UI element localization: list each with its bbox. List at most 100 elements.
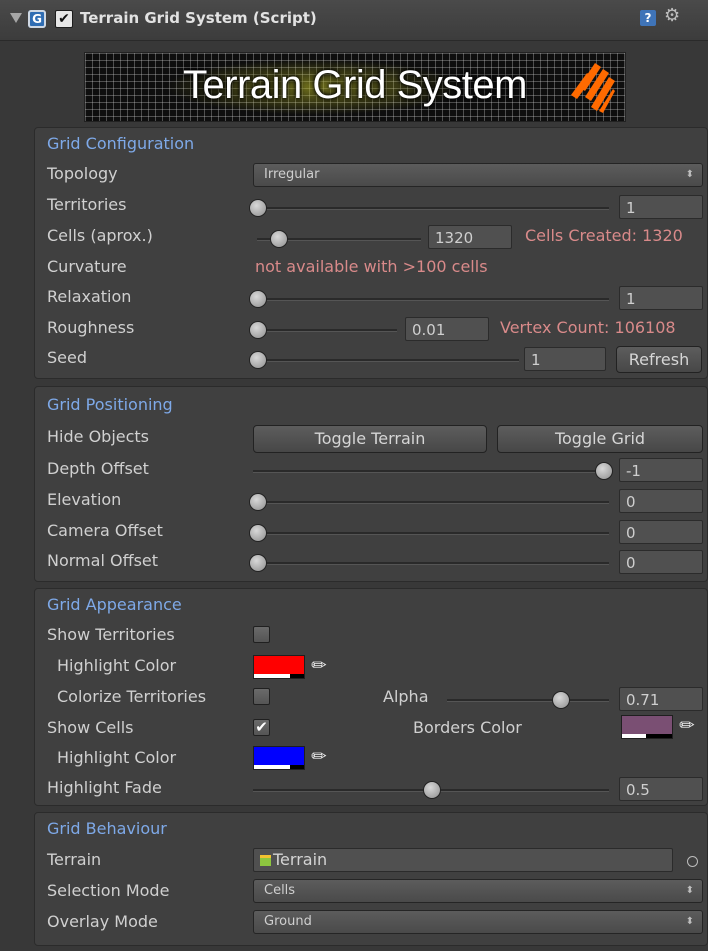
borders-color-swatch[interactable] xyxy=(621,715,673,739)
help-icon[interactable]: ? xyxy=(640,10,656,26)
selection-mode-label: Selection Mode xyxy=(47,881,170,900)
alpha-bar-remainder xyxy=(646,734,672,738)
relaxation-slider-handle[interactable] xyxy=(249,290,267,308)
seed-slider-handle[interactable] xyxy=(249,351,267,369)
roughness-slider-track[interactable] xyxy=(257,329,397,332)
seed-label: Seed xyxy=(47,348,87,367)
toggle-terrain-button[interactable]: Toggle Terrain xyxy=(253,425,487,453)
elevation-input[interactable]: 0 xyxy=(619,489,703,513)
topology-dropdown[interactable]: Irregular ⬍ xyxy=(253,163,703,187)
eyedropper-icon[interactable]: ✎ xyxy=(307,744,333,770)
selection-mode-value: Cells xyxy=(264,883,296,898)
object-picker-icon[interactable] xyxy=(687,856,698,867)
curvature-unavailable-info: not available with >100 cells xyxy=(255,257,488,276)
terrain-object-icon xyxy=(260,855,271,866)
script-icon: G xyxy=(28,10,46,28)
relaxation-label: Relaxation xyxy=(47,287,132,306)
topology-value: Irregular xyxy=(264,167,320,182)
territories-slider-handle[interactable] xyxy=(249,199,267,217)
camera-offset-slider-handle[interactable] xyxy=(249,524,267,542)
grid-configuration-section: Grid Configuration Topology Irregular ⬍ T… xyxy=(34,127,708,379)
cell-highlight-color-label: Highlight Color xyxy=(57,748,177,767)
selection-mode-dropdown[interactable]: Cells ⬍ xyxy=(253,879,703,903)
cells-created-info: Cells Created: 1320 xyxy=(525,226,683,245)
territory-highlight-color-swatch[interactable] xyxy=(253,655,305,679)
normal-offset-label: Normal Offset xyxy=(47,551,159,570)
terrain-label: Terrain xyxy=(47,850,102,869)
show-territories-label: Show Territories xyxy=(47,625,175,644)
component-title: Terrain Grid System (Script) xyxy=(80,9,317,27)
dropdown-arrows-icon: ⬍ xyxy=(685,916,694,927)
section-title: Grid Behaviour xyxy=(47,819,167,838)
gear-icon[interactable]: ⚙ xyxy=(664,5,680,26)
orange-logo-icon xyxy=(571,63,615,113)
cells-input[interactable]: 1320 xyxy=(428,225,512,249)
camera-offset-input[interactable]: 0 xyxy=(619,520,703,544)
borders-color-label: Borders Color xyxy=(413,718,522,737)
roughness-slider-handle[interactable] xyxy=(249,321,267,339)
cells-label: Cells (aprox.) xyxy=(47,226,153,245)
cells-slider-handle[interactable] xyxy=(270,230,288,248)
show-cells-checkbox[interactable]: ✔ xyxy=(253,719,270,736)
section-title: Grid Positioning xyxy=(47,395,173,414)
vertex-count-info: Vertex Count: 106108 xyxy=(500,318,676,337)
show-territories-checkbox[interactable] xyxy=(253,626,270,643)
camera-offset-slider-track[interactable] xyxy=(257,532,609,535)
terrain-object-value: Terrain xyxy=(273,850,328,869)
curvature-label: Curvature xyxy=(47,257,127,276)
colorize-territories-checkbox[interactable] xyxy=(253,688,270,705)
show-cells-label: Show Cells xyxy=(47,718,134,737)
depth-offset-input[interactable]: -1 xyxy=(619,458,703,482)
enable-component-checkbox[interactable]: ✔ xyxy=(55,10,73,28)
alpha-bar xyxy=(622,734,646,738)
colorize-territories-label: Colorize Territories xyxy=(57,687,207,706)
territories-input[interactable]: 1 xyxy=(619,195,703,219)
depth-offset-slider-track[interactable] xyxy=(253,470,605,473)
depth-offset-label: Depth Offset xyxy=(47,459,149,478)
dropdown-arrows-icon: ⬍ xyxy=(685,169,694,180)
highlight-fade-slider-handle[interactable] xyxy=(423,781,441,799)
grid-appearance-section: Grid Appearance Show Territories Highlig… xyxy=(34,588,708,806)
elevation-slider-track[interactable] xyxy=(257,501,609,504)
alpha-input[interactable]: 0.71 xyxy=(619,687,703,711)
depth-offset-slider-handle[interactable] xyxy=(595,462,613,480)
camera-offset-label: Camera Offset xyxy=(47,521,163,540)
territories-slider-track[interactable] xyxy=(257,207,609,210)
highlight-fade-input[interactable]: 0.5 xyxy=(619,777,703,801)
dropdown-arrows-icon: ⬍ xyxy=(685,885,694,896)
relaxation-slider-track[interactable] xyxy=(257,298,609,301)
territories-label: Territories xyxy=(47,195,127,214)
eyedropper-icon[interactable]: ✎ xyxy=(675,713,701,739)
elevation-slider-handle[interactable] xyxy=(249,493,267,511)
alpha-bar-remainder xyxy=(290,765,304,769)
elevation-label: Elevation xyxy=(47,490,122,509)
normal-offset-input[interactable]: 0 xyxy=(619,550,703,574)
toggle-grid-button[interactable]: Toggle Grid xyxy=(497,425,703,453)
cell-highlight-color-swatch[interactable] xyxy=(253,746,305,770)
highlight-fade-label: Highlight Fade xyxy=(47,778,162,797)
eyedropper-icon[interactable]: ✎ xyxy=(307,653,333,679)
banner-image: Terrain Grid System xyxy=(84,52,626,122)
overlay-mode-label: Overlay Mode xyxy=(47,912,158,931)
refresh-button[interactable]: Refresh xyxy=(616,346,702,373)
alpha-label: Alpha xyxy=(383,687,429,706)
roughness-input[interactable]: 0.01 xyxy=(405,317,489,341)
seed-slider-track[interactable] xyxy=(257,359,519,362)
normal-offset-slider-track[interactable] xyxy=(257,562,609,565)
topology-label: Topology xyxy=(47,164,118,183)
terrain-object-field[interactable]: Terrain xyxy=(253,848,673,872)
normal-offset-slider-handle[interactable] xyxy=(249,554,267,572)
territory-highlight-color-label: Highlight Color xyxy=(57,656,177,675)
roughness-label: Roughness xyxy=(47,318,135,337)
relaxation-input[interactable]: 1 xyxy=(619,286,703,310)
alpha-bar xyxy=(254,674,290,678)
seed-input[interactable]: 1 xyxy=(524,347,606,371)
alpha-slider-track[interactable] xyxy=(447,699,609,702)
alpha-bar-remainder xyxy=(290,674,304,678)
overlay-mode-dropdown[interactable]: Ground ⬍ xyxy=(253,910,703,934)
fold-arrow-icon[interactable] xyxy=(10,13,22,23)
section-title: Grid Appearance xyxy=(47,595,182,614)
grid-positioning-section: Grid Positioning Hide Objects Toggle Ter… xyxy=(34,386,708,582)
grid-behaviour-section: Grid Behaviour Terrain Terrain Selection… xyxy=(34,812,708,946)
alpha-slider-handle[interactable] xyxy=(552,691,570,709)
